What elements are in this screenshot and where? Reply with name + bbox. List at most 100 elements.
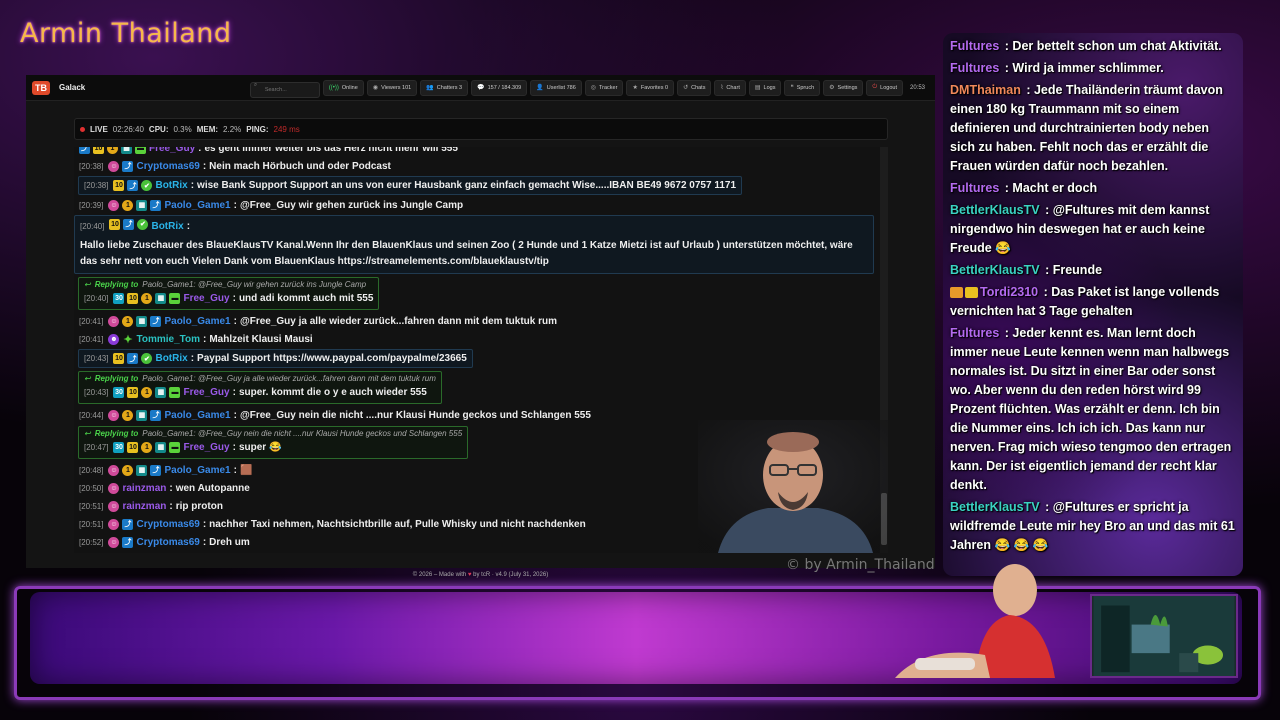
ping-label: PING: <box>246 124 269 134</box>
heart-icon: ♥ <box>467 572 472 578</box>
user-badge-icon: ▦ <box>155 386 167 398</box>
chat-message[interactable]: ⤴ 10 1 ▦ ▬ Free_Guy: es geht immer weiter bis … <box>74 147 874 157</box>
tracker-button[interactable]: ◎ Tracker <box>584 79 624 96</box>
user-badge-icon: 1 <box>141 386 153 398</box>
chat-message[interactable]: [20:41] ☺ 1 ▦ ⤴ Paolo_Game1: @Free_Guy ja alle… <box>74 312 874 330</box>
chart-button[interactable]: ⌇ Chart <box>714 79 746 96</box>
search-input[interactable] <box>249 81 320 98</box>
chat-username[interactable]: Paolo_Game1 <box>164 316 230 327</box>
user-badge-icon: 10 <box>127 386 139 398</box>
overlay-chat-message: Tordi2310 : Das Paket ist lange vollends… <box>950 283 1235 321</box>
timestamp: [20:43] <box>84 387 109 397</box>
reply-thread: ↩ Replying to Paolo_Game1: @Free_Guy wir g… <box>78 277 380 310</box>
user-badge-icon: ⤴ <box>150 199 162 211</box>
chat-username[interactable]: rainzman <box>122 501 166 512</box>
chat-username[interactable]: Free_Guy <box>183 442 229 453</box>
reply-thread: ↩ Replying to Paolo_Game1: @Free_Guy nein … <box>78 426 469 459</box>
chart-label: Chart <box>726 84 740 91</box>
spruch-button[interactable]: ❝ Spruch <box>784 79 821 96</box>
chat-message[interactable]: [20:41] ☻ ✦ Tommie_Tom: Mahlzeit Klausi Maus… <box>74 330 874 348</box>
user-badge-icon: ⤴ <box>122 518 134 530</box>
reply-quote: Paolo_Game1: @Free_Guy wir gehen zurück … <box>142 280 367 289</box>
chatters-label: Chatters 3 <box>436 84 463 91</box>
chat-username[interactable]: Free_Guy <box>149 147 195 154</box>
separator: : <box>202 518 207 530</box>
user-badge-icon: ✔ <box>137 219 149 230</box>
user-badge-icon: ▦ <box>155 441 167 453</box>
logout-button[interactable]: ⏻ Logout <box>866 79 903 96</box>
user-badge-icon: ☻ <box>108 333 120 345</box>
chat-username[interactable]: Cryptomas69 <box>136 537 199 548</box>
separator: : <box>1041 500 1053 514</box>
reply-header: ↩ Replying to Paolo_Game1: @Free_Guy nein … <box>84 429 462 438</box>
chat-username[interactable]: Cryptomas69 <box>136 161 199 172</box>
chat-message[interactable]: [20:43] 30 10 1 ▦ ▬ Free_Guy: super. kommt die … <box>84 383 436 401</box>
chat-message[interactable]: [20:40] 10 ⤴ ✔ BotRix: Hallo liebe Zuschauer … <box>74 215 874 274</box>
user-badge-icon: 10 <box>93 147 104 154</box>
timestamp: [20:48] <box>79 465 104 475</box>
chat-message[interactable]: [20:40] 30 10 1 ▦ ▬ Free_Guy: und adi kommt auc… <box>84 289 373 307</box>
overlay-chat-message: Fultures : Wird ja immer schlimmer. <box>950 59 1235 78</box>
footer-prefix: © 2026 – Made with <box>412 572 467 578</box>
chat-username[interactable]: BotRix <box>155 180 187 191</box>
user-badge-icon: ✔ <box>141 353 153 364</box>
chat-bubble-icon: 💬 <box>477 85 485 91</box>
user-badge-icon: ☺ <box>108 500 120 512</box>
reply-label: Replying to <box>94 280 139 289</box>
chat-username[interactable]: Free_Guy <box>183 387 229 398</box>
user-badge-icon: ☺ <box>108 160 120 172</box>
crown-badge-icon <box>965 287 978 299</box>
user-badge-icon: ⤴ <box>122 536 134 548</box>
chat-message[interactable]: [20:43] 10 ⤴ ✔ BotRix: Paypal Support https:/… <box>78 349 473 368</box>
chat-username[interactable]: rainzman <box>122 483 166 494</box>
reply-quote: Paolo_Game1: @Free_Guy ja alle wieder zu… <box>142 374 436 383</box>
user-badge-icon: ⤴ <box>150 464 162 476</box>
viewers-button[interactable]: ◉ Viewers 101 <box>366 79 418 96</box>
overlay-chat-message: Fultures : Der bettelt schon um chat Akt… <box>950 37 1235 56</box>
chat-username[interactable]: Cryptomas69 <box>136 519 199 530</box>
chat-username[interactable]: Paolo_Game1 <box>164 410 230 421</box>
reply-header: ↩ Replying to Paolo_Game1: @Free_Guy wir g… <box>84 280 373 289</box>
user-badge-icon: ⤴ <box>150 315 162 327</box>
chat-username[interactable]: Paolo_Game1 <box>164 465 230 476</box>
overlay-chat-message: BettlerKlausTV : Freunde <box>950 261 1235 280</box>
mem-value: 2.2% <box>223 124 242 134</box>
chat-username[interactable]: BotRix <box>151 219 183 235</box>
user-badge-icon: ▦ <box>136 199 148 211</box>
chat-username[interactable]: Free_Guy <box>183 293 229 304</box>
user-badge-icon: 1 <box>122 409 134 421</box>
online-button[interactable]: ((•)) Online <box>322 79 364 96</box>
chat-username[interactable]: BotRix <box>155 353 187 364</box>
chatters-button[interactable]: 👥 Chatters 3 <box>420 79 469 96</box>
app-footer: © 2026 – Made with ♥ by tcR · v4.9 (July… <box>26 572 935 578</box>
crosshair-icon: ◎ <box>590 85 597 91</box>
user-badge-icon: 10 <box>127 292 139 304</box>
timestamp: [20:38] <box>79 161 104 171</box>
message-text: @Free_Guy ja alle wieder zurück...fahren… <box>239 315 558 327</box>
message-text: @Free_Guy nein die nicht ....nur Klausi … <box>239 409 591 421</box>
chat-username[interactable]: Paolo_Game1 <box>164 200 230 211</box>
favorites-button[interactable]: ★ Favorites 0 <box>626 79 675 96</box>
userlist-button[interactable]: 👤 Userlist 786 <box>530 79 582 96</box>
timestamp: [20:50] <box>79 483 104 493</box>
user-badge-icon: ⤴ <box>122 160 134 172</box>
chat-message[interactable]: [20:39] ☺ 1 ▦ ⤴ Paolo_Game1: @Free_Guy wir geh… <box>74 196 874 214</box>
eye-icon: ◉ <box>372 85 379 91</box>
settings-button[interactable]: ⚙ Settings <box>823 79 864 96</box>
history-icon: ↺ <box>683 85 689 91</box>
tracker-label: Tracker <box>599 84 618 91</box>
chat-message[interactable]: [20:47] 30 10 1 ▦ ▬ Free_Guy: super 😂 <box>84 438 462 456</box>
users-icon: 👥 <box>426 85 434 91</box>
separator: : <box>1022 83 1034 97</box>
chats-button[interactable]: ↺ Chats <box>677 79 712 96</box>
user-icon: 👤 <box>536 85 544 91</box>
chat-message[interactable]: [20:38] 10 ⤴ ✔ BotRix: wise Bank Support Supp… <box>78 176 743 195</box>
logs-button[interactable]: ▤ Logs <box>748 79 782 96</box>
user-badge-icon: 10 <box>127 441 139 453</box>
chat-message[interactable]: [20:38] ☺ ⤴ Cryptomas69: Nein mach Hörbuch u… <box>74 157 874 175</box>
messages-button[interactable]: 💬 157 / 184.309 <box>471 79 528 96</box>
chat-username[interactable]: Tommie_Tom <box>136 334 200 345</box>
search-icon: ⌕ <box>253 81 258 88</box>
separator: : <box>1001 181 1013 195</box>
separator: : <box>190 180 195 191</box>
